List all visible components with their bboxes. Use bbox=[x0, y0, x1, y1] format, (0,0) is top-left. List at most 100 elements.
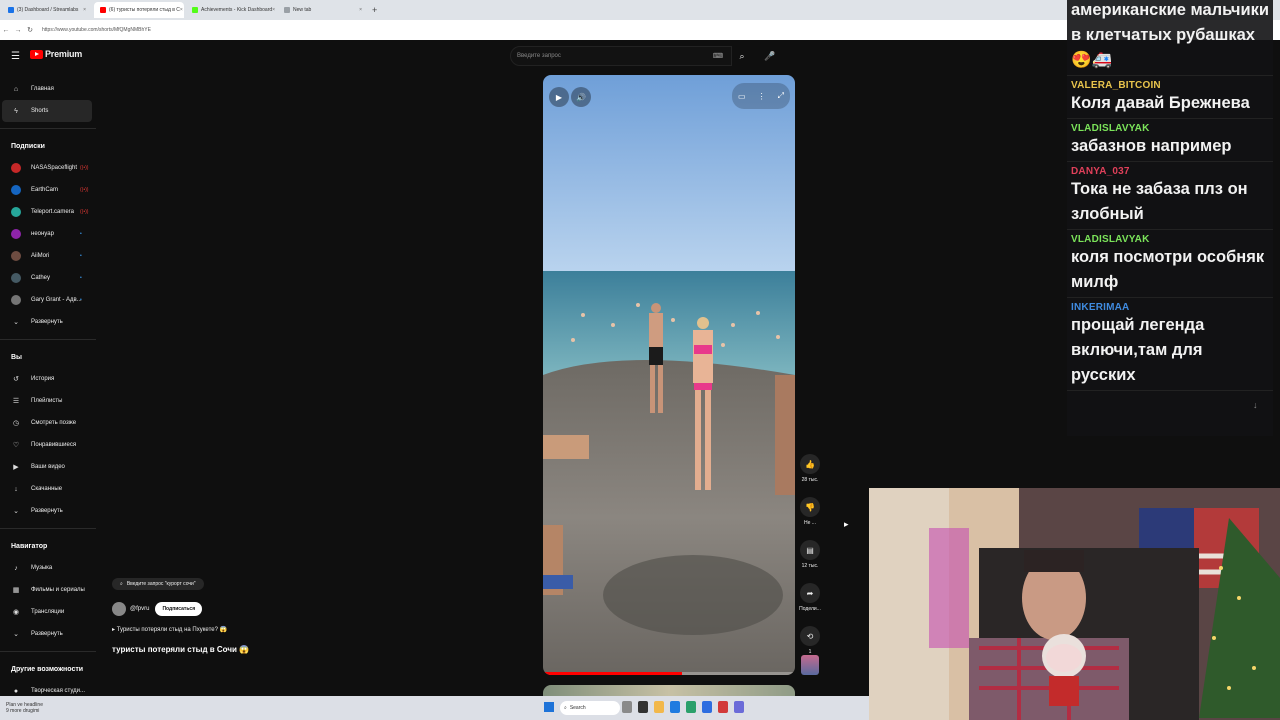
new-tab-icon[interactable]: + bbox=[372, 5, 384, 15]
stream-chat-overlay: американские мальчики в клетчатых рубашк… bbox=[1067, 0, 1273, 436]
sidebar-item[interactable]: ϟ Shorts bbox=[2, 100, 92, 122]
browser-tab[interactable]: (6) туристы потеряли стыд в С × bbox=[94, 2, 184, 18]
obs-icon[interactable] bbox=[718, 701, 728, 713]
chat-message: VALERA_BITCOIN Коля давай Брежнева bbox=[1067, 76, 1273, 119]
sidebar: ⌂ Главная ϟ Shorts Подписки NASASpaceflight((… bbox=[0, 78, 96, 696]
video-progress-bar[interactable] bbox=[543, 672, 795, 675]
channel-avatar bbox=[11, 207, 21, 217]
browser-tab[interactable]: Achievements - Kick Dashboard × bbox=[186, 2, 276, 18]
url-field[interactable]: https://www.youtube.com/shorts/MfQMgNMBh… bbox=[42, 27, 151, 33]
remix-icon[interactable]: ⟲ bbox=[800, 626, 820, 646]
search-icon[interactable]: ⌕ bbox=[732, 46, 752, 66]
app-icon[interactable] bbox=[734, 701, 744, 713]
news-widget[interactable]: Plan ve headline 9 more drugimi bbox=[6, 702, 66, 714]
tab-close-icon[interactable]: × bbox=[180, 7, 183, 13]
new-content-dot-icon: • bbox=[80, 275, 82, 281]
scroll-down-icon[interactable]: ↓ bbox=[1253, 400, 1258, 410]
sidebar-item[interactable]: ♪ Музыка bbox=[0, 557, 96, 579]
search-input[interactable]: Введите запрос ⌨ bbox=[510, 46, 732, 66]
live-indicator-icon: ((•)) bbox=[80, 187, 89, 193]
chat-username[interactable]: VLADISLAVYAK bbox=[1071, 234, 1269, 245]
menu-icon[interactable]: ☰ bbox=[11, 51, 20, 62]
subscription-label: Gary Grant - Адв... bbox=[31, 297, 82, 303]
subscription-label: AiiMori bbox=[31, 253, 50, 259]
webcam-overlay bbox=[869, 488, 1280, 720]
music-icon: ♪ bbox=[14, 564, 18, 572]
back-icon[interactable]: ← bbox=[0, 27, 12, 34]
tab-close-icon[interactable]: × bbox=[359, 7, 362, 13]
reload-icon[interactable]: ↻ bbox=[24, 26, 36, 34]
expand-button[interactable]: ⌄ Развернуть bbox=[0, 311, 96, 333]
mic-icon[interactable]: 🎤 bbox=[760, 46, 780, 66]
chrome-icon[interactable] bbox=[702, 701, 712, 713]
windows-start-icon[interactable] bbox=[544, 702, 554, 712]
tab-favicon-icon bbox=[284, 7, 290, 13]
chat-username[interactable]: DANYA_037 bbox=[1071, 166, 1269, 177]
shorts-action: 👎 Не ... bbox=[799, 497, 821, 526]
subscription-item[interactable]: NASASpaceflight ((•)) bbox=[0, 157, 96, 179]
more-options-icon[interactable]: ⋮ bbox=[758, 92, 766, 101]
sidebar-item[interactable]: ↺ История bbox=[0, 368, 96, 390]
dislike-icon[interactable]: 👎 bbox=[800, 497, 820, 517]
file-explorer-icon[interactable] bbox=[654, 701, 664, 713]
subscription-item[interactable]: неонуар • bbox=[0, 223, 96, 245]
keyboard-icon[interactable]: ⌨ bbox=[713, 52, 723, 60]
subscription-item[interactable]: Gary Grant - Адв... • bbox=[0, 289, 96, 311]
search-suggestion-chip[interactable]: ⌕ Введите запрос "курорт сочи" bbox=[112, 578, 204, 590]
sidebar-item[interactable]: ▦ Фильмы и сериалы bbox=[0, 579, 96, 601]
subscription-item[interactable]: EarthCam ((•)) bbox=[0, 179, 96, 201]
related-video-link[interactable]: ▸ Туристы потеряли стыд на Пхукете? 😱 bbox=[112, 626, 352, 633]
comments-icon[interactable]: ▤ bbox=[800, 540, 820, 560]
subscription-label: EarthCam bbox=[31, 187, 59, 193]
channel-name[interactable]: @fpvru bbox=[130, 606, 149, 612]
browser-tab[interactable]: New tab × bbox=[278, 2, 368, 18]
sidebar-item[interactable]: ☰ Плейлисты bbox=[0, 390, 96, 412]
captions-icon[interactable]: ▭ bbox=[738, 92, 746, 101]
terminal-icon[interactable] bbox=[638, 701, 648, 713]
volume-icon[interactable]: 🔊 bbox=[571, 87, 591, 107]
subscriptions-title[interactable]: Подписки bbox=[0, 135, 96, 157]
tab-close-icon[interactable]: × bbox=[83, 7, 86, 13]
expand-button[interactable]: ⌄ Развернуть bbox=[0, 623, 96, 645]
subscription-label: NASASpaceflight bbox=[31, 165, 78, 171]
edge-icon[interactable] bbox=[670, 701, 680, 713]
subscription-item[interactable]: Teleport.camera ((•)) bbox=[0, 201, 96, 223]
chat-username[interactable]: VALERA_BITCOIN bbox=[1071, 80, 1269, 91]
forward-icon[interactable]: → bbox=[12, 27, 24, 34]
subscribe-button[interactable]: Подписаться bbox=[155, 602, 203, 616]
taskbar-search[interactable]: ⌕ Search bbox=[560, 701, 620, 715]
tab-close-icon[interactable]: × bbox=[272, 7, 275, 13]
sidebar-item[interactable]: ▶ Ваши видео bbox=[0, 456, 96, 478]
shorts-action: 👍 28 тыс. bbox=[799, 454, 821, 483]
chat-message: INKERIMAA прощай легенда включи,там для р… bbox=[1067, 298, 1273, 391]
chat-text: прощай легенда включи,там для русских bbox=[1071, 316, 1205, 384]
chip-search-icon: ⌕ bbox=[120, 581, 123, 587]
shorts-video[interactable]: ▶ 🔊 ▭ ⋮ ⤢ bbox=[543, 75, 795, 675]
shorts-action: ⟲ 1 bbox=[799, 626, 821, 655]
channel-avatar[interactable] bbox=[112, 602, 126, 616]
sidebar-divider bbox=[0, 339, 96, 340]
sidebar-item[interactable]: ◷ Смотреть позже bbox=[0, 412, 96, 434]
sidebar-item[interactable]: ♡ Понравившиеся bbox=[0, 434, 96, 456]
you-section-title[interactable]: Вы bbox=[0, 346, 96, 368]
sound-thumbnail[interactable] bbox=[801, 655, 819, 675]
share-icon[interactable]: ➦ bbox=[800, 583, 820, 603]
chat-username[interactable]: VLADISLAVYAK bbox=[1071, 123, 1269, 134]
chat-username[interactable]: INKERIMAA bbox=[1071, 302, 1269, 313]
subscription-item[interactable]: Cathey • bbox=[0, 267, 96, 289]
play-pause-icon[interactable]: ▶ bbox=[549, 87, 569, 107]
next-short-preview[interactable] bbox=[543, 685, 795, 696]
browser-tab[interactable]: (3) Dashboard / Streamlabs × bbox=[2, 2, 92, 18]
youtube-logo[interactable]: Premium bbox=[30, 49, 82, 59]
store-icon[interactable] bbox=[686, 701, 696, 713]
sidebar-item[interactable]: ↓ Скачанные bbox=[0, 478, 96, 500]
sidebar-item[interactable]: ◉ Трансляции bbox=[0, 601, 96, 623]
task-view-icon[interactable] bbox=[622, 701, 632, 713]
expand-button[interactable]: ⌄ Развернуть bbox=[0, 500, 96, 522]
sidebar-item[interactable]: ⌂ Главная bbox=[0, 78, 96, 100]
live-indicator-icon: ((•)) bbox=[80, 209, 89, 215]
subscription-item[interactable]: AiiMori • bbox=[0, 245, 96, 267]
search-placeholder: Введите запрос bbox=[517, 53, 561, 59]
like-icon[interactable]: 👍 bbox=[800, 454, 820, 474]
fullscreen-icon[interactable]: ⤢ bbox=[778, 91, 784, 101]
